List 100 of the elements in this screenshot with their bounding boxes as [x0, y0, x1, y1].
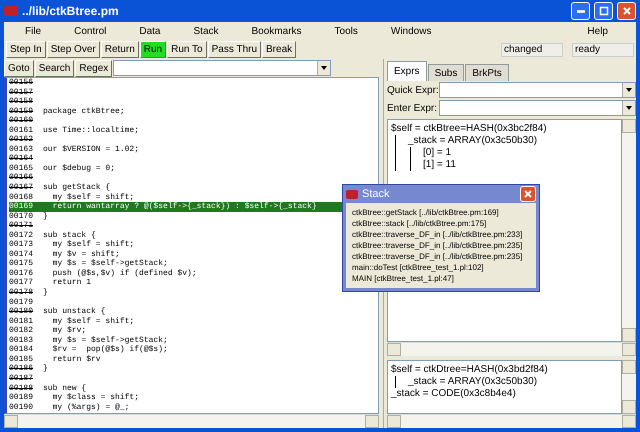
scroll-up-button[interactable] [622, 360, 636, 374]
code-line: my $s = $self->getStack; [52, 336, 168, 345]
menu-item[interactable]: Control [61, 26, 126, 36]
dialog-title: Stack [362, 188, 391, 200]
code-line: sub new { [43, 384, 86, 393]
minimize-button[interactable] [571, 2, 590, 20]
line-number: 00166 [9, 173, 34, 184]
code-line: my $self = shift; [52, 240, 134, 250]
scroll-left-button[interactable] [387, 343, 401, 356]
tab[interactable]: Exprs [387, 61, 427, 81]
code-line: } [43, 212, 48, 222]
line-number: 00189 [9, 393, 34, 403]
stack-frame[interactable]: ctkBtree::traverse_DF_in [../lib/ctkBtree.pm:233] [352, 229, 530, 240]
search-button[interactable]: Regex [75, 60, 112, 76]
toolbar-button[interactable]: Pass Thru [208, 41, 262, 58]
scroll-right-button[interactable] [622, 343, 636, 356]
horizontal-scrollbar[interactable] [387, 342, 636, 356]
scroll-left-button[interactable] [387, 415, 401, 428]
scroll-right-button[interactable] [365, 415, 379, 428]
toolbar-button[interactable]: Return [100, 41, 139, 58]
line-number: 00163 [9, 144, 34, 154]
line-number: 00162 [9, 135, 34, 145]
toolbar-button[interactable]: Run [140, 41, 166, 58]
minimize-icon [576, 10, 584, 12]
toolbar-button[interactable]: Break [262, 41, 296, 58]
code-line: my $rv; [52, 326, 86, 336]
close-icon [523, 189, 533, 199]
tree-node[interactable]: [1] = 11 [421, 159, 456, 170]
search-field[interactable] [113, 60, 332, 76]
code-line: sub stack { [43, 230, 96, 240]
code-line: our $debug = 0; [43, 164, 116, 174]
code-line: } [43, 364, 48, 374]
expression-field[interactable] [439, 100, 636, 116]
tree-node[interactable]: _stack = CODE(0x3c8b4e4) [391, 388, 516, 399]
stack-frame[interactable]: ctkBtree::getStack [../lib/ctkBtree.pm:169] [352, 207, 530, 218]
search-button[interactable]: Goto [4, 60, 34, 76]
stack-frame[interactable]: ctkBtree::stack [../lib/ctkBtree.pm:175] [352, 218, 530, 229]
tab[interactable]: BrkPts [465, 64, 509, 81]
line-number: 00171 [9, 221, 34, 231]
line-number: 00159 [9, 106, 34, 116]
tree-node[interactable]: [0] = 1 [421, 147, 452, 158]
scroll-left-button[interactable] [4, 415, 18, 428]
code-line: my $self = shift; [52, 316, 134, 326]
code-line: return $rv [52, 354, 101, 364]
stack-frame[interactable]: ctkBtree::traverse_DF_in [../lib/ctkBtree.pm:235] [352, 251, 530, 262]
toolbar-button[interactable]: Run To [167, 41, 207, 58]
line-number: 00167 [9, 183, 34, 193]
toolbar-button[interactable]: Step Over [46, 41, 100, 58]
menu-item[interactable]: Data [126, 26, 180, 36]
line-number: 00185 [9, 354, 34, 364]
toolbar-button[interactable]: Step In [6, 41, 46, 58]
menu-item[interactable]: File [12, 26, 62, 36]
code-line: } [43, 288, 48, 298]
close-button[interactable] [520, 186, 536, 202]
horizontal-scrollbar[interactable] [387, 414, 636, 428]
menu-item[interactable]: Stack [180, 26, 239, 36]
tree-node[interactable]: _stack = ARRAY(0x3c50b30) [406, 135, 538, 146]
line-number: 00186 [9, 364, 34, 374]
horizontal-scrollbar[interactable] [4, 414, 379, 428]
scroll-down-button[interactable] [622, 328, 636, 342]
code-line: push (@$s,$v) if (defined $v); [52, 268, 197, 278]
line-number: 00178 [9, 288, 34, 298]
stack-frame[interactable]: MAIN [ctkBtree_test_1.pl:47] [352, 273, 530, 284]
app-logo-icon [346, 190, 358, 198]
vertical-scrollbar[interactable] [622, 119, 636, 342]
menu-item[interactable]: Tools [322, 26, 378, 36]
line-number: 00174 [9, 250, 34, 260]
line-number: 00188 [9, 384, 34, 394]
line-number: 00181 [9, 316, 34, 326]
menu-item[interactable]: Help [574, 26, 628, 36]
code-line: my (%args) = @_; [52, 402, 130, 412]
menu-item[interactable]: Bookmarks [238, 26, 322, 36]
scroll-down-button[interactable] [622, 400, 636, 414]
line-number: 00190 [9, 402, 34, 412]
menu-item[interactable]: Windows [378, 26, 452, 36]
tree-node[interactable]: $self = ctkBtree=HASH(0x3bc2f84) [391, 123, 547, 134]
stack-frame[interactable]: main::doTest [ctkBtree_test_1.pl:102] [352, 262, 530, 273]
maximize-button[interactable] [594, 2, 613, 20]
line-number: 00183 [9, 336, 34, 346]
code-line: my $v = shift; [52, 250, 120, 259]
expression-field[interactable] [439, 82, 636, 98]
line-number: 00157 [9, 88, 34, 98]
scroll-right-button[interactable] [622, 415, 636, 428]
scroll-up-button[interactable] [622, 119, 636, 133]
field-label: Enter Expr: [387, 102, 437, 114]
search-button[interactable]: Search [34, 60, 74, 76]
vertical-scrollbar[interactable] [622, 360, 636, 414]
tree-node[interactable]: _stack = ARRAY(0x3c50b30) [406, 376, 538, 387]
line-number: 00169 [9, 202, 34, 212]
line-number: 00184 [9, 345, 34, 355]
code-line: use Time::localtime; [43, 126, 140, 136]
stack-frame[interactable]: ctkBtree::traverse_DF_in [../lib/ctkBtree.pm:235] [352, 240, 530, 251]
tree-node[interactable]: $self = ctkDtree=HASH(0x3bd2f84) [391, 364, 548, 375]
line-number: 00158 [9, 97, 34, 107]
line-number: 00170 [9, 212, 34, 222]
tab[interactable]: Subs [428, 64, 464, 81]
line-number: 00176 [9, 268, 34, 278]
line-number: 00156 [9, 78, 34, 88]
close-button[interactable] [617, 2, 636, 20]
code-line: return wantarray ? @($self->{_stack}) : $self->{_stack} [52, 202, 317, 212]
